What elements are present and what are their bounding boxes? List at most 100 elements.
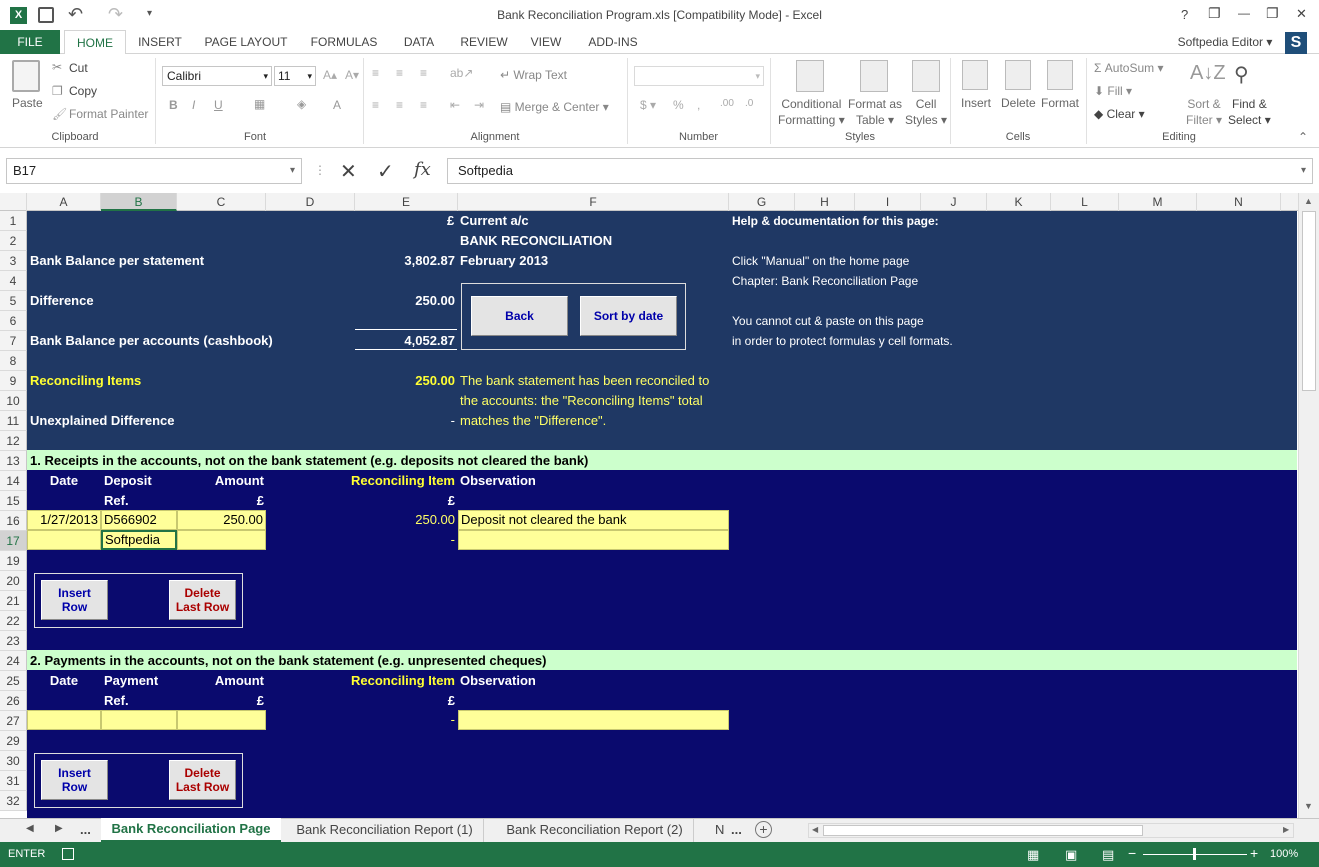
row-header[interactable]: 16: [0, 511, 27, 531]
wrap-text-button[interactable]: ↵ Wrap Text: [500, 68, 567, 82]
delete-cells-button[interactable]: Delete: [1001, 96, 1036, 110]
amount-cell[interactable]: [177, 710, 266, 730]
horizontal-scroll-thumb[interactable]: [823, 825, 1143, 836]
tab-page-layout[interactable]: PAGE LAYOUT: [198, 30, 294, 54]
fill-button[interactable]: ⬇ Fill ▾: [1094, 84, 1132, 98]
row-header[interactable]: 30: [0, 751, 27, 771]
tab-review[interactable]: REVIEW: [455, 30, 513, 54]
percent-icon[interactable]: %: [673, 98, 684, 112]
amount-cell[interactable]: 250.00: [177, 510, 266, 530]
italic-icon[interactable]: I: [192, 98, 195, 112]
column-header[interactable]: E: [355, 193, 458, 211]
column-header[interactable]: B: [101, 193, 177, 211]
bold-icon[interactable]: B: [169, 98, 178, 112]
tab-formulas[interactable]: FORMULAS: [305, 30, 383, 54]
middle-align-icon[interactable]: ≡: [396, 66, 403, 80]
row-header[interactable]: 12: [0, 431, 27, 451]
zoom-out-icon[interactable]: −: [1128, 845, 1136, 861]
bottom-align-icon[interactable]: ≡: [420, 66, 427, 80]
shrink-font-icon[interactable]: A▾: [345, 68, 359, 82]
row-header[interactable]: 31: [0, 771, 27, 791]
row-header[interactable]: 26: [0, 691, 27, 711]
fill-color-icon[interactable]: ◈: [297, 97, 306, 111]
formula-input[interactable]: Softpedia ▾: [447, 158, 1313, 184]
cell-styles-icon[interactable]: [912, 60, 940, 92]
scroll-left-icon[interactable]: ◀: [812, 825, 818, 834]
tab-view[interactable]: VIEW: [524, 30, 568, 54]
column-header[interactable]: F: [458, 193, 729, 211]
user-avatar[interactable]: S: [1285, 32, 1307, 54]
copy-button[interactable]: Copy: [69, 84, 97, 98]
row-header[interactable]: 13: [0, 451, 27, 471]
cell-styles-button[interactable]: Cell Styles ▾: [905, 96, 947, 128]
macro-record-icon[interactable]: [62, 848, 74, 860]
currency-icon[interactable]: $ ▾: [640, 98, 656, 112]
new-sheet-icon[interactable]: +: [755, 821, 772, 838]
clear-button[interactable]: ◆ Clear ▾: [1094, 107, 1145, 121]
tab-add-ins[interactable]: ADD-INS: [580, 30, 646, 54]
row-header[interactable]: 24: [0, 651, 27, 671]
row-header[interactable]: 22: [0, 611, 27, 631]
format-painter-button[interactable]: Format Painter: [69, 107, 148, 121]
row-header[interactable]: 4: [0, 271, 27, 291]
prev-sheet-icon[interactable]: ◀: [26, 823, 34, 834]
observation-cell[interactable]: [458, 710, 729, 730]
row-header[interactable]: 14: [0, 471, 27, 491]
collapse-ribbon-icon[interactable]: ⌃: [1298, 130, 1308, 144]
date-cell[interactable]: [27, 710, 101, 730]
sort-filter-button[interactable]: Sort & Filter ▾: [1186, 96, 1222, 128]
confirm-entry-icon[interactable]: ✓: [377, 159, 394, 184]
tab-data[interactable]: DATA: [394, 30, 444, 54]
row-header[interactable]: 15: [0, 491, 27, 511]
font-color-icon[interactable]: A: [333, 98, 341, 112]
back-button[interactable]: Back: [471, 296, 568, 336]
row-header[interactable]: 19: [0, 551, 27, 571]
copy-icon[interactable]: ❐: [52, 84, 63, 98]
font-size-select[interactable]: 11 ▾: [274, 66, 316, 86]
scroll-up-icon[interactable]: ▲: [1304, 196, 1313, 206]
scroll-thumb[interactable]: [1302, 211, 1316, 391]
row-header[interactable]: 10: [0, 391, 27, 411]
insert-function-icon[interactable]: fx: [414, 159, 431, 180]
column-header[interactable]: A: [27, 193, 101, 211]
delete-last-row-button[interactable]: Delete Last Row: [169, 580, 236, 620]
row-header[interactable]: 8: [0, 351, 27, 371]
align-right-icon[interactable]: ≡: [420, 98, 427, 112]
sheet-tab-active[interactable]: Bank Reconciliation Page: [101, 818, 281, 842]
scroll-right-icon[interactable]: ▶: [1283, 825, 1289, 834]
normal-view-icon[interactable]: ▦: [1027, 847, 1039, 863]
format-cells-icon[interactable]: [1047, 60, 1073, 90]
row-header[interactable]: 6: [0, 311, 27, 331]
format-as-table-button[interactable]: Format as Table ▾: [848, 96, 902, 128]
sheet-tab[interactable]: Bank Reconciliation Report (2): [496, 819, 694, 842]
align-left-icon[interactable]: ≡: [372, 98, 379, 112]
insert-row-button[interactable]: Insert Row: [41, 580, 108, 620]
horizontal-scrollbar[interactable]: ◀ ▶: [808, 823, 1294, 838]
increase-decimal-icon[interactable]: .00: [720, 98, 734, 109]
tab-home[interactable]: HOME: [64, 30, 126, 55]
format-as-table-icon[interactable]: [860, 60, 888, 92]
column-header[interactable]: L: [1051, 193, 1119, 211]
zoom-in-icon[interactable]: +: [1250, 845, 1258, 861]
find-select-icon[interactable]: ⚲: [1234, 62, 1249, 87]
increase-indent-icon[interactable]: ⇥: [474, 98, 484, 112]
row-header[interactable]: 7: [0, 331, 27, 351]
column-header[interactable]: I: [855, 193, 921, 211]
row-header[interactable]: 5: [0, 291, 27, 311]
paste-icon[interactable]: [12, 60, 40, 92]
decrease-indent-icon[interactable]: ⇤: [450, 98, 460, 112]
insert-cells-button[interactable]: Insert: [961, 96, 991, 110]
number-format-select[interactable]: ▾: [634, 66, 764, 86]
sheet-tab-partial[interactable]: N: [715, 819, 724, 842]
page-layout-view-icon[interactable]: ▣: [1065, 847, 1077, 863]
delete-cells-icon[interactable]: [1005, 60, 1031, 90]
close-button[interactable]: ✕: [1296, 6, 1307, 22]
underline-icon[interactable]: U: [214, 98, 223, 112]
row-header[interactable]: 21: [0, 591, 27, 611]
format-painter-icon[interactable]: 🖌: [52, 107, 67, 121]
top-align-icon[interactable]: ≡: [372, 66, 379, 80]
help-icon[interactable]: ?: [1181, 7, 1188, 22]
row-header[interactable]: 20: [0, 571, 27, 591]
zoom-level[interactable]: 100%: [1270, 848, 1298, 860]
observation-cell[interactable]: Deposit not cleared the bank: [458, 510, 729, 530]
